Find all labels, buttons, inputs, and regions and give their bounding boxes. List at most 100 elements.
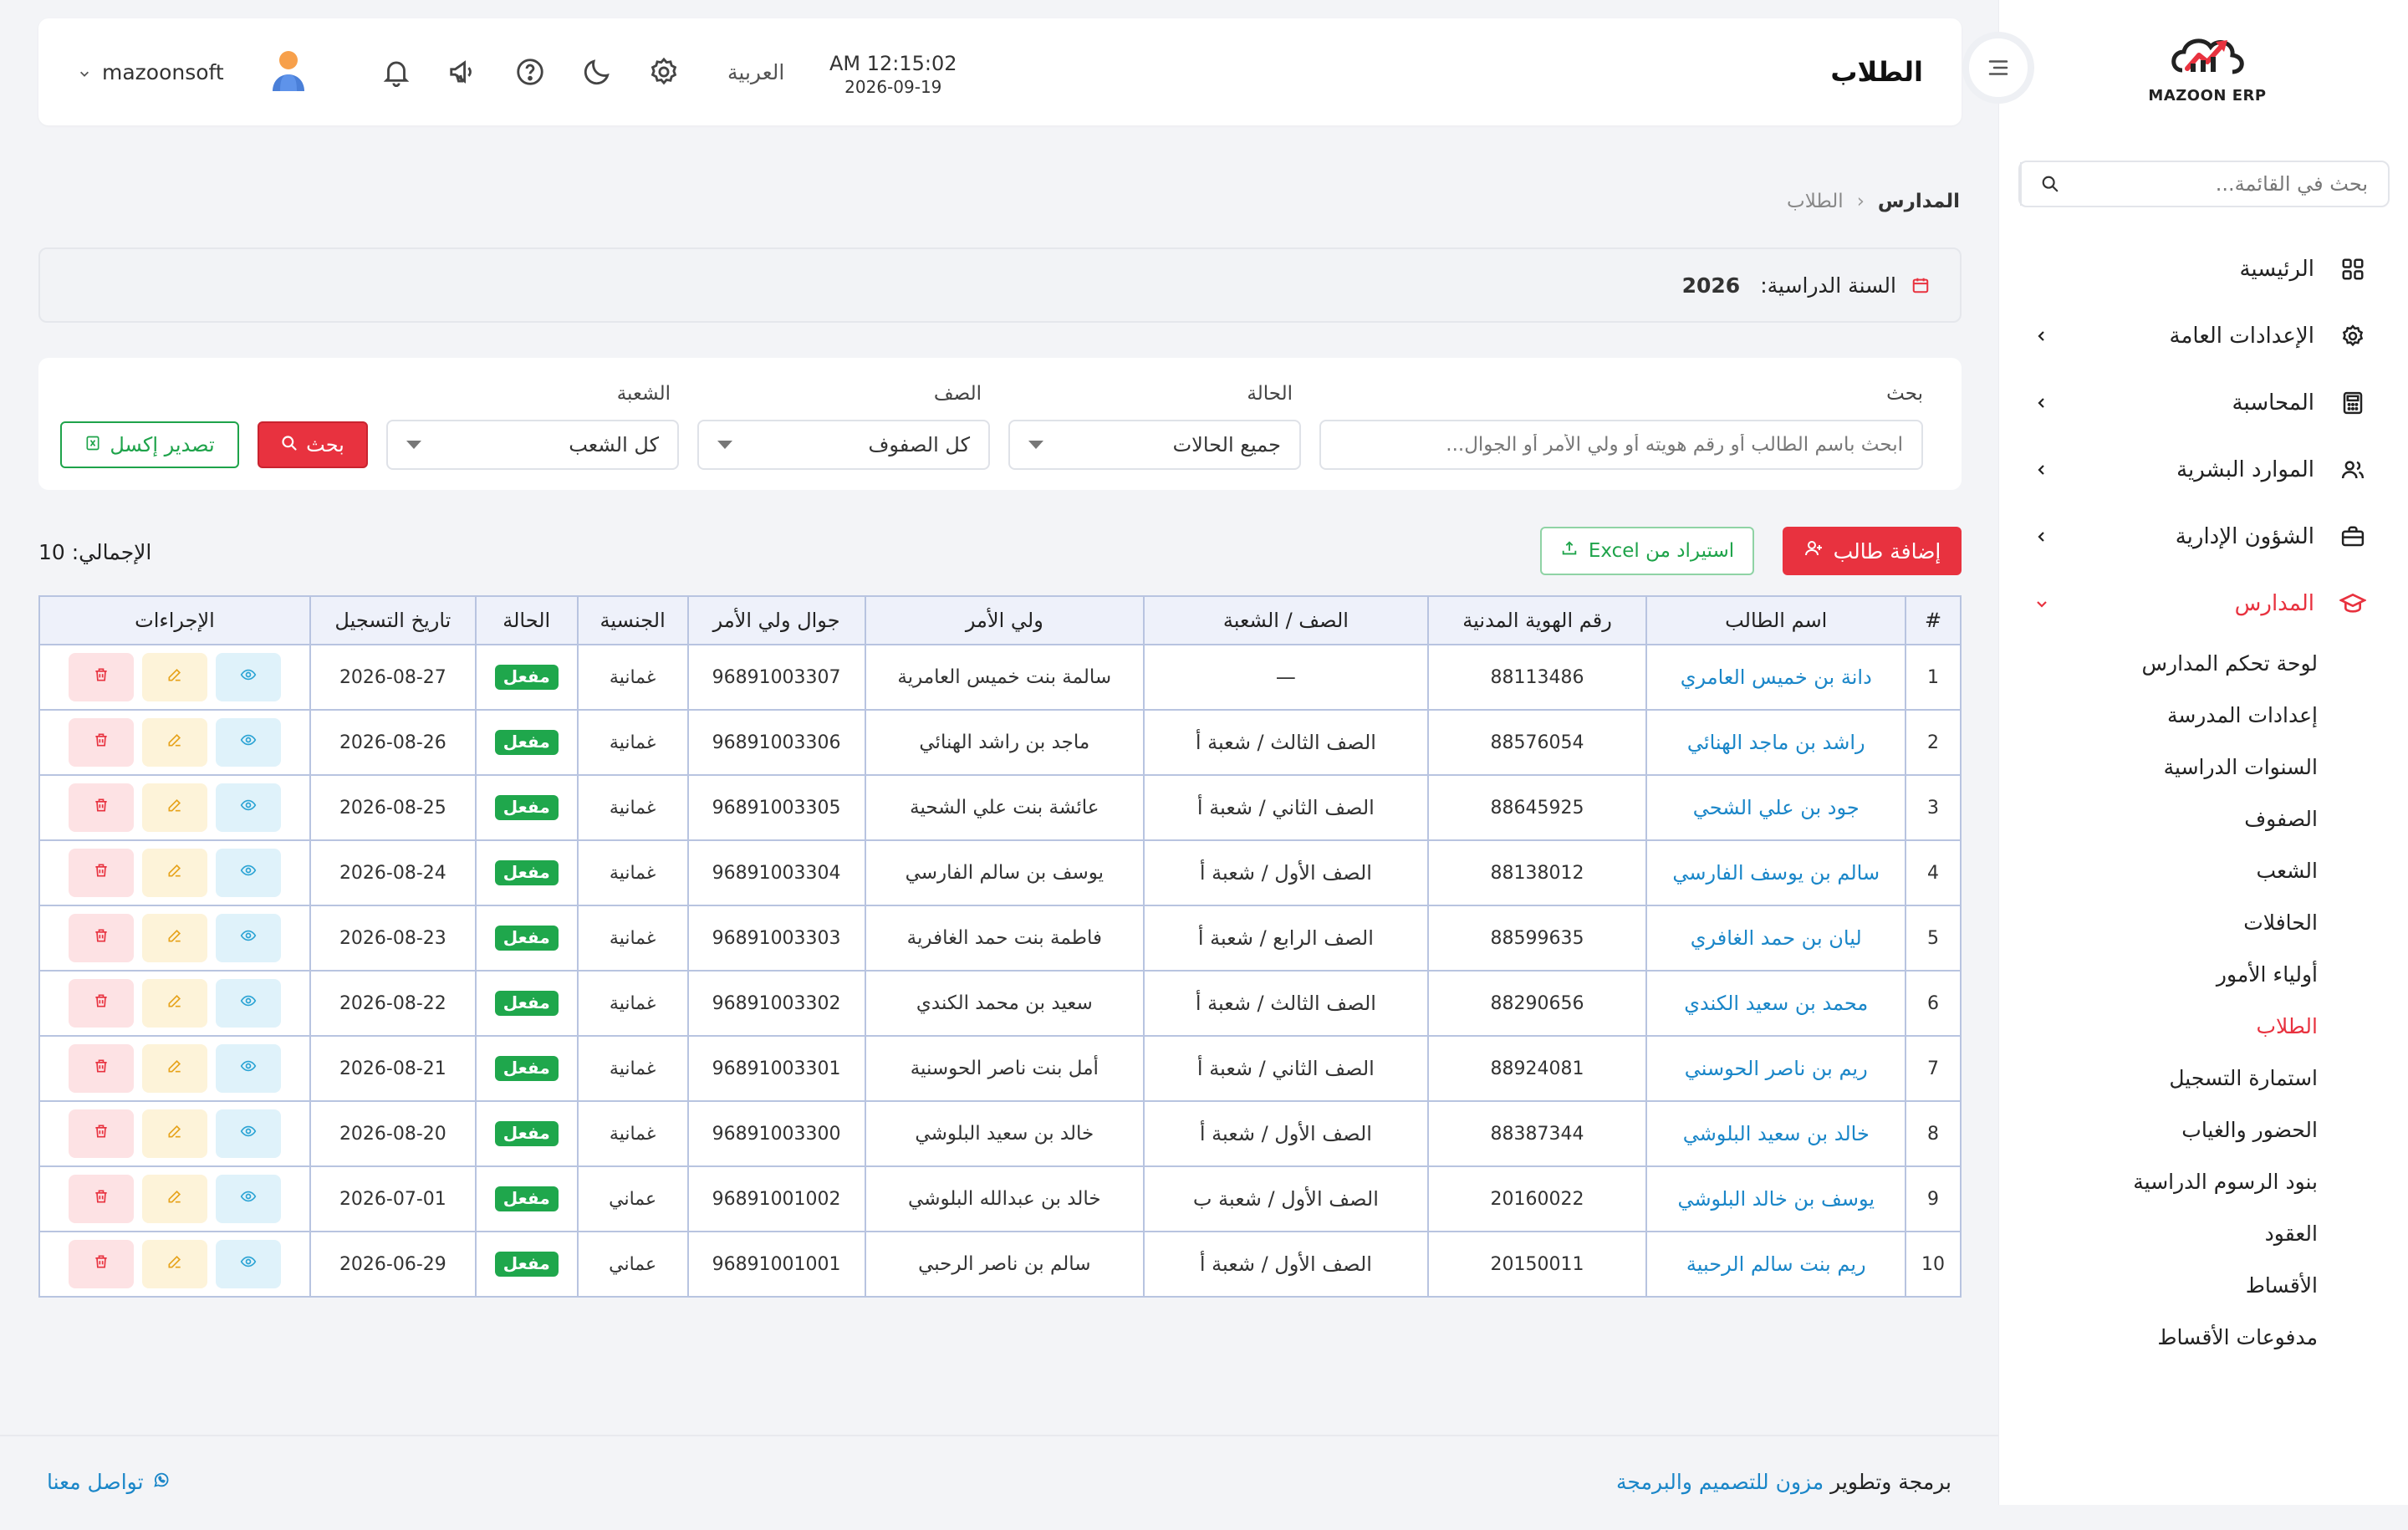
breadcrumb-current: الطلاب xyxy=(1787,191,1844,212)
sidebar-item-general-settings[interactable]: الإعدادات العامة xyxy=(1998,303,2408,370)
breadcrumb-root[interactable]: المدارس xyxy=(1878,191,1960,212)
civil-id: 88576054 xyxy=(1426,709,1648,776)
delete-button[interactable] xyxy=(68,914,134,962)
search-field-label: بحث xyxy=(1886,383,1923,405)
section-select[interactable]: كل الشعب xyxy=(386,420,679,470)
student-name-link[interactable]: جود بن علي الشحي xyxy=(1645,774,1907,841)
submenu-item-schools-dashboard[interactable]: لوحة تحكم المدارس xyxy=(1998,637,2319,689)
sidebar-item-accounting[interactable]: المحاسبة xyxy=(1998,370,2408,436)
search-button[interactable]: بحث xyxy=(258,421,368,468)
delete-button[interactable] xyxy=(68,718,134,767)
submenu-item-school-settings[interactable]: إعدادات المدرسة xyxy=(1998,689,2318,741)
nationality: عماني xyxy=(576,1231,689,1298)
sidebar-item-hr[interactable]: الموارد البشرية xyxy=(1998,436,2408,503)
edit-button[interactable] xyxy=(141,718,207,767)
submenu-item-guardians[interactable]: أولياء الأمور xyxy=(1998,948,2318,1000)
submenu-item-classes[interactable]: الصفوف xyxy=(1998,793,2318,844)
student-name-link[interactable]: ريم بن ناصر الحوسني xyxy=(1645,1035,1907,1102)
calculator-icon xyxy=(2338,388,2368,418)
section-field-label: الشعبة xyxy=(616,383,671,405)
status-select[interactable]: جميع الحالات xyxy=(1008,420,1301,470)
submenu-item-sections[interactable]: الشعب xyxy=(1998,844,2318,896)
view-button[interactable] xyxy=(215,1109,281,1158)
pencil-icon xyxy=(166,927,183,949)
avatar xyxy=(269,48,308,96)
student-name-link[interactable]: ليان بن حمد الغافري xyxy=(1645,905,1907,972)
search-icon[interactable] xyxy=(2020,162,2079,206)
delete-button[interactable] xyxy=(68,1109,134,1158)
delete-button[interactable] xyxy=(68,849,134,897)
submenu-item-students[interactable]: الطلاب xyxy=(1998,1000,2318,1052)
edit-button[interactable] xyxy=(141,1109,207,1158)
sidebar-item-schools[interactable]: المدارس xyxy=(1998,570,2408,637)
student-name-link[interactable]: ريم بنت سالم الرحبية xyxy=(1645,1231,1907,1298)
edit-button[interactable] xyxy=(141,1175,207,1223)
view-button[interactable] xyxy=(215,718,281,767)
sidebar-search-input[interactable] xyxy=(2079,162,2388,206)
delete-button[interactable] xyxy=(68,1240,134,1288)
sidebar-toggle-button[interactable] xyxy=(1962,32,2034,104)
user-menu[interactable]: mazoonsoft xyxy=(79,18,308,125)
edit-button[interactable] xyxy=(141,849,207,897)
class-select[interactable]: كل الصفوف xyxy=(697,420,990,470)
trash-icon xyxy=(93,1058,110,1079)
delete-button[interactable] xyxy=(68,783,134,832)
submenu-item-attendance[interactable]: الحضور والغياب xyxy=(1998,1104,2318,1155)
footer-credit-link[interactable]: مزون للتصميم والبرمجة xyxy=(1616,1470,1824,1494)
delete-button[interactable] xyxy=(68,979,134,1028)
delete-button[interactable] xyxy=(68,1044,134,1093)
student-name-link[interactable]: سالم بن يوسف الفارسي xyxy=(1645,839,1907,906)
view-button[interactable] xyxy=(215,783,281,832)
export-excel-button[interactable]: تصدير إكسل xyxy=(60,421,239,468)
section-select-value: كل الشعب xyxy=(569,433,659,456)
guardian-name: سالم بن ناصر الرحبي xyxy=(864,1231,1145,1298)
edit-button[interactable] xyxy=(141,979,207,1028)
submenu-item-fee-items[interactable]: بنود الرسوم الدراسية xyxy=(1998,1155,2318,1207)
student-name-link[interactable]: يوسف بن خالد البلوشي xyxy=(1645,1165,1907,1232)
delete-button[interactable] xyxy=(68,1175,134,1223)
submenu-item-registration-form[interactable]: استمارة التسجيل xyxy=(1998,1052,2318,1104)
sidebar-item-admin-affairs[interactable]: الشؤون الإدارية xyxy=(1998,503,2408,570)
add-student-button[interactable]: إضافة طالب xyxy=(1783,527,1962,575)
chevron-down-icon xyxy=(2032,594,2052,614)
sidebar-item-home[interactable]: الرئيسية xyxy=(1998,236,2408,303)
topbar-icons xyxy=(373,18,707,125)
language-switcher[interactable]: العربية xyxy=(727,18,784,125)
view-button[interactable] xyxy=(215,1044,281,1093)
gear-icon[interactable] xyxy=(640,48,687,95)
student-name-link[interactable]: محمد بن سعيد الكندي xyxy=(1645,970,1907,1037)
submenu-item-contracts[interactable]: العقود xyxy=(1998,1207,2318,1259)
view-button[interactable] xyxy=(215,979,281,1028)
edit-button[interactable] xyxy=(141,653,207,701)
student-name-link[interactable]: دانة بن خميس العامري xyxy=(1645,644,1907,711)
table-row: 9 يوسف بن خالد البلوشي 20160022 الصف الأول … xyxy=(38,1165,1962,1232)
academic-year-label: السنة الدراسية: xyxy=(1760,273,1896,298)
student-name-link[interactable]: راشد بن ماجد الهنائي xyxy=(1645,709,1907,776)
edit-button[interactable] xyxy=(141,783,207,832)
delete-button[interactable] xyxy=(68,653,134,701)
megaphone-icon[interactable] xyxy=(440,48,487,95)
import-excel-button[interactable]: استيراد من Excel xyxy=(1540,527,1754,575)
student-search-input[interactable] xyxy=(1339,434,1903,456)
submenu-item-installments[interactable]: الأقساط xyxy=(1998,1259,2318,1311)
moon-icon[interactable] xyxy=(574,48,620,95)
view-button[interactable] xyxy=(215,914,281,962)
submenu-item-academic-years[interactable]: السنوات الدراسية xyxy=(1998,741,2318,793)
contact-us-link[interactable]: تواصل معنا xyxy=(47,1470,171,1494)
submenu-item-buses[interactable]: الحافلات xyxy=(1998,896,2318,948)
view-button[interactable] xyxy=(215,849,281,897)
bell-icon[interactable] xyxy=(373,48,420,95)
status-cell: مفعل xyxy=(474,905,579,972)
view-button[interactable] xyxy=(215,1240,281,1288)
view-button[interactable] xyxy=(215,653,281,701)
student-name-link[interactable]: خالد بن سعيد البلوشي xyxy=(1645,1100,1907,1167)
view-button[interactable] xyxy=(215,1175,281,1223)
brand-logo[interactable]: MAZOON ERP xyxy=(2140,32,2274,115)
edit-button[interactable] xyxy=(141,1240,207,1288)
edit-button[interactable] xyxy=(141,914,207,962)
edit-button[interactable] xyxy=(141,1044,207,1093)
guardian-phone: 96891003300 xyxy=(686,1100,866,1167)
caret-down-icon xyxy=(717,441,732,449)
help-icon[interactable] xyxy=(507,48,554,95)
submenu-item-installment-payments[interactable]: مدفوعات الأقساط xyxy=(1998,1311,2318,1363)
